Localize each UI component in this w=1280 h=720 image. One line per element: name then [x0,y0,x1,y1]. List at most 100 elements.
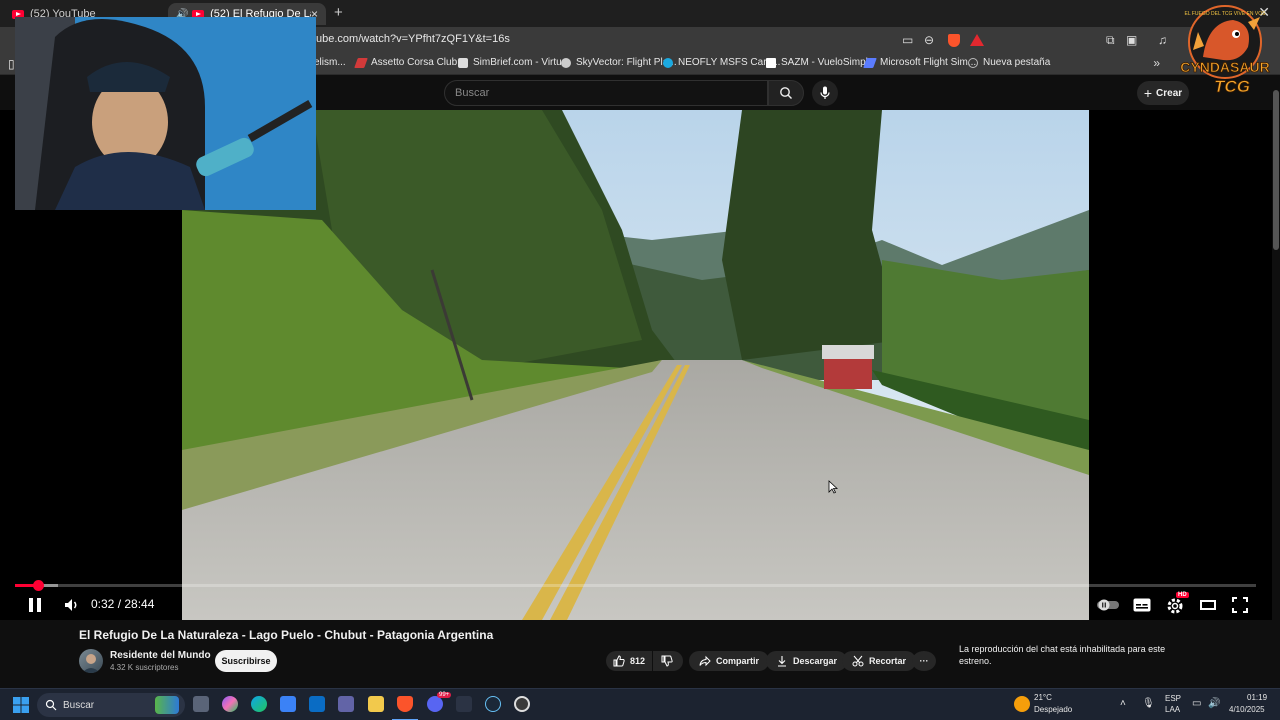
scissors-icon [852,655,864,667]
assetto-corsa-icon [354,57,368,68]
pause-icon [29,598,41,612]
cast-icon[interactable]: ▭ [902,33,913,47]
brave-shield-icon[interactable] [948,34,960,47]
language-bottom[interactable]: LAA [1165,705,1180,714]
language-top[interactable]: ESP [1165,694,1181,703]
media-icon[interactable]: ♫ [1158,33,1167,47]
like-count: 812 [629,656,645,666]
brave-browser-icon[interactable] [397,696,413,712]
bookmark-item[interactable]: SimBrief.com - Virtu... [458,57,570,68]
windows-taskbar: Buscar 99+ 21°C Despejado ˄ 🎙 ESP LAA ▭ … [0,688,1280,720]
webcam-overlay [15,17,316,210]
microphone-icon [820,86,830,99]
task-view-icon[interactable] [193,696,209,712]
search-button[interactable] [768,80,804,106]
sidebar-icon[interactable]: ▣ [1126,33,1137,47]
share-button[interactable]: Compartir [689,651,770,671]
settings-button[interactable]: HD [1165,592,1189,615]
progress-scrubber-handle[interactable] [33,580,45,591]
store-icon[interactable] [280,696,296,712]
teams-icon[interactable] [338,696,354,712]
new-tab-button[interactable]: + [334,4,343,21]
file-explorer-icon[interactable] [368,696,384,712]
extensions-icon[interactable]: ⧉ [1106,33,1115,48]
discord-icon[interactable] [427,696,443,712]
globe-icon [968,57,978,68]
channel-name[interactable]: Residente del Mundo [110,650,211,661]
theater-mode-button[interactable] [1198,595,1218,615]
app-icon[interactable] [456,696,472,712]
channel-avatar[interactable] [79,649,103,673]
desktop-screen: (52) YouTube 🔊 (52) El Refugio De La Nat… [0,0,1280,720]
volume-button[interactable] [62,595,82,615]
network-icon[interactable]: ▭ [1192,698,1201,709]
time-display: 0:32 / 28:44 [91,597,155,611]
logo-name: CYNDASAUR [1180,59,1269,75]
voice-search-button[interactable] [812,80,838,106]
fullscreen-icon [1232,597,1248,613]
bookmark-item[interactable]: Nueva pestaña [968,57,1050,68]
autoplay-toggle-icon [1097,599,1119,611]
video-scene-road [182,110,1089,620]
subscribe-button[interactable]: Suscribirse [215,650,277,672]
brave-rewards-icon[interactable] [970,34,984,46]
search-input[interactable]: Buscar [444,80,768,106]
bookmark-item[interactable]: NEOFLY MSFS Care... [663,57,780,68]
theater-mode-icon [1200,600,1216,610]
steam-icon[interactable] [485,696,501,712]
logo-sub: TCG [1214,77,1250,96]
plus-icon: + [1143,85,1153,101]
bookmark-item[interactable]: Assetto Corsa Club... [354,57,465,68]
fullscreen-button[interactable] [1230,595,1250,615]
outlook-icon[interactable] [309,696,325,712]
progress-bar[interactable] [15,580,1256,591]
windows-start-button[interactable] [13,697,29,718]
chat-disabled-note: La reproducción del chat está inhabilita… [959,644,1166,666]
bookmark-item[interactable]: Microsoft Flight Sim... [863,57,976,68]
taskbar-search[interactable]: Buscar [37,693,185,717]
speaker-tray-icon[interactable]: 🔊 [1208,698,1220,709]
download-button[interactable]: Descargar [766,651,848,671]
scrollbar-thumb[interactable] [1273,90,1279,250]
simbrief-icon [458,57,468,68]
gear-icon [1167,598,1183,614]
clock-date[interactable]: 4/10/2025 [1229,705,1265,714]
like-button[interactable]: 812 [606,651,652,671]
copilot-icon[interactable] [222,696,238,712]
logo-top-text: EL FUEGO DEL TCG VIVE EN VOS [1185,11,1267,17]
thumbs-down-icon [661,655,673,667]
discord-badge: 99+ [437,692,452,698]
url-field[interactable]: ube.com/watch?v=YPfht7zQF1Y&t=16s [316,33,510,45]
bookmark-item[interactable]: elism... [314,57,346,68]
obs-icon[interactable] [514,696,530,712]
more-actions-button[interactable]: ··· [912,651,936,671]
weather-desc: Despejado [1034,705,1073,714]
sazm-icon [766,57,776,68]
microphone-tray-icon[interactable]: 🎙 [1142,698,1155,709]
pause-button[interactable] [26,595,44,615]
clip-button[interactable]: Recortar [842,651,917,671]
volume-icon [65,599,77,611]
edge-icon[interactable] [251,696,267,712]
dislike-button[interactable] [653,651,683,671]
video-frame[interactable] [182,110,1089,620]
search-icon [780,87,792,99]
search-icon [45,699,57,711]
weather-temp: 21°C [1034,693,1052,702]
zoom-icon[interactable]: ⊖ [924,33,934,47]
tray-overflow-icon[interactable]: ˄ [1120,698,1126,709]
bookmark-item[interactable]: SkyVector: Flight Pla... [561,57,677,68]
download-icon [778,656,786,667]
weather-icon[interactable] [1014,696,1030,712]
msfs-icon [863,57,877,68]
page-scrollbar[interactable] [1272,76,1280,686]
bookmarks-more-button[interactable]: » [1153,56,1160,70]
bookmark-item[interactable]: SAZM - VueloSimple [766,57,873,68]
neofly-icon [663,57,673,68]
autoplay-toggle[interactable] [1096,595,1120,615]
clock-time[interactable]: 01:19 [1247,693,1267,702]
search-highlight-icon [155,696,179,714]
share-icon [699,655,711,667]
subtitles-button[interactable] [1132,595,1152,615]
windows-logo-icon [13,697,29,713]
